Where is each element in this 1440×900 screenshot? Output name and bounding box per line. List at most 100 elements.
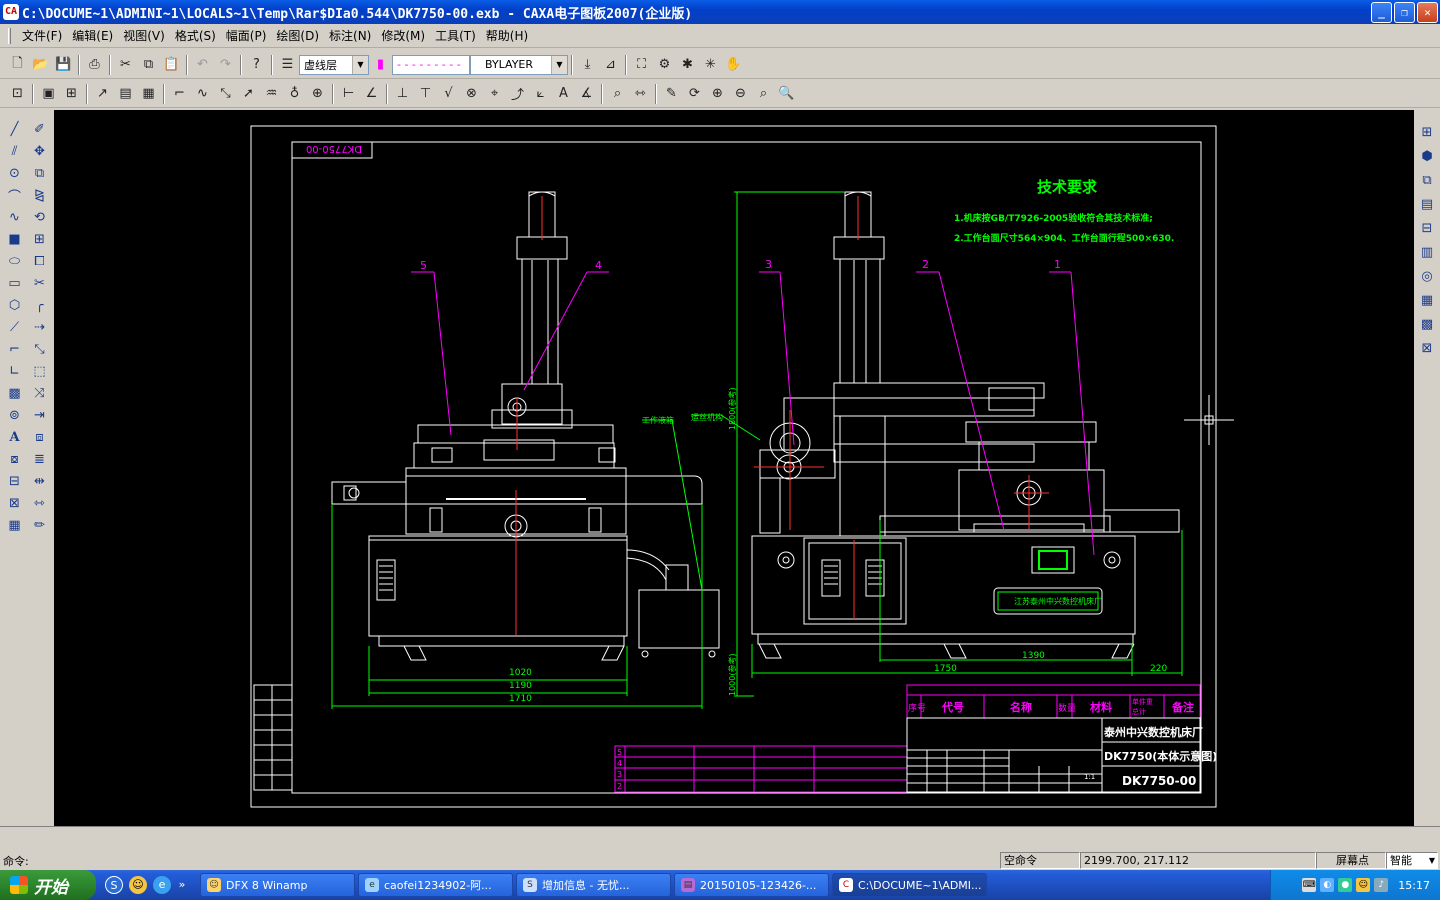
linear-dim-icon[interactable]: ⊢: [337, 83, 360, 105]
target-icon[interactable]: ◎: [1415, 264, 1439, 288]
zoom-dynamic-icon[interactable]: ⌕: [606, 83, 629, 105]
snap-mode-select[interactable]: 智能 ▼: [1386, 852, 1438, 869]
attribute-icon[interactable]: ⊠: [2, 492, 27, 514]
line-icon[interactable]: ╱: [2, 118, 27, 140]
linetype-select[interactable]: - - - - - - - - -: [392, 54, 470, 75]
chevron-down-icon[interactable]: ▼: [1429, 853, 1435, 868]
menu-help[interactable]: 帮助(H): [481, 26, 533, 46]
symbol-icon[interactable]: ♁: [283, 83, 306, 105]
layer-manager-icon[interactable]: ☰: [276, 54, 299, 76]
layer-select[interactable]: 虚线层 ▼: [299, 54, 369, 75]
close-button[interactable]: ✕: [1417, 1, 1438, 23]
linewidth-select[interactable]: BYLAYER ▼: [470, 54, 568, 75]
align-icon[interactable]: ⇥: [27, 404, 52, 426]
ortho-icon[interactable]: ⊿: [599, 54, 622, 76]
copy-object-icon[interactable]: ⧉: [27, 162, 52, 184]
brush-icon[interactable]: ✏: [27, 514, 52, 536]
measure-icon[interactable]: ⇿: [629, 83, 652, 105]
redo-icon[interactable]: ↷: [214, 54, 237, 76]
chevron-down-icon[interactable]: ▼: [551, 55, 567, 74]
scale-icon[interactable]: ⧠: [27, 250, 52, 272]
spline-icon[interactable]: ♒: [260, 83, 283, 105]
angle-dim-icon[interactable]: ∠: [360, 83, 383, 105]
coord-dim-icon[interactable]: ⊥: [391, 83, 414, 105]
menu-format[interactable]: 格式(S): [170, 26, 221, 46]
ellipse-icon[interactable]: ⬭: [2, 250, 27, 272]
task-browser[interactable]: S 增加信息 - 无忧...: [516, 873, 671, 897]
menu-modify[interactable]: 修改(M): [376, 26, 430, 46]
match-icon[interactable]: ✱: [676, 54, 699, 76]
task-chat[interactable]: e caofei1234902-阿...: [358, 873, 513, 897]
zoom-out-icon[interactable]: ⊖: [729, 83, 752, 105]
cube-icon[interactable]: ⬢: [1415, 144, 1439, 168]
drawing-canvas[interactable]: DK7750-00 1020 1190 1710 工作液箱 5 4 江苏泰州中兴…: [54, 110, 1414, 826]
properties-icon[interactable]: ⚙: [653, 54, 676, 76]
extend-icon[interactable]: ⇢: [27, 316, 52, 338]
move-icon[interactable]: ✥: [27, 140, 52, 162]
trim-icon[interactable]: ✂: [27, 272, 52, 294]
datum-icon[interactable]: ⊤: [414, 83, 437, 105]
task-archive[interactable]: ▤ 20150105-123426-...: [674, 873, 829, 897]
edit-dim-icon[interactable]: ∡: [575, 83, 598, 105]
mirror-icon[interactable]: ⧎: [27, 184, 52, 206]
pan-icon[interactable]: ✋: [722, 54, 745, 76]
volume-icon[interactable]: ♪: [1374, 878, 1389, 892]
balloon-icon[interactable]: ↗: [91, 83, 114, 105]
polygon-icon[interactable]: ⬡: [2, 294, 27, 316]
snap-icon[interactable]: ⤓: [576, 54, 599, 76]
qq-tray-icon[interactable]: ☺: [1356, 878, 1371, 892]
wave-line-icon[interactable]: ∿: [191, 83, 214, 105]
menu-file[interactable]: 文件(F): [17, 26, 67, 46]
drawing-table-icon[interactable]: ▤: [1415, 192, 1439, 216]
chevron-right-icon[interactable]: »: [177, 876, 187, 894]
help-icon[interactable]: ?: [245, 54, 268, 76]
menu-dimension[interactable]: 标注(N): [324, 26, 376, 46]
save-icon[interactable]: 💾: [52, 54, 75, 76]
snap-mode-label[interactable]: 屏幕点: [1316, 852, 1386, 869]
parallel-line-icon[interactable]: ⫽: [2, 140, 27, 162]
frame-icon[interactable]: ▣: [37, 83, 60, 105]
list-icon[interactable]: ≣: [27, 448, 52, 470]
text-dim-icon[interactable]: A: [552, 83, 575, 105]
chamfer-dim-icon[interactable]: ⟀: [529, 83, 552, 105]
select-all-icon[interactable]: ⊡: [6, 83, 29, 105]
parts-library-icon[interactable]: ⊞: [1415, 120, 1439, 144]
block-insert-icon[interactable]: ⧉: [1415, 168, 1439, 192]
group-icon[interactable]: ⧈: [27, 426, 52, 448]
open-file-icon[interactable]: 📂: [29, 54, 52, 76]
fillet-icon[interactable]: ╭: [27, 294, 52, 316]
browser-icon[interactable]: S: [105, 876, 123, 894]
color-swatch-icon[interactable]: ▮: [369, 54, 392, 76]
break-icon[interactable]: ⤡: [27, 338, 52, 360]
ie-icon[interactable]: e: [153, 876, 171, 894]
settings-grid-icon[interactable]: ⊠: [1415, 336, 1439, 360]
menu-tools[interactable]: 工具(T): [430, 26, 481, 46]
menu-view[interactable]: 视图(V): [118, 26, 170, 46]
chevron-down-icon[interactable]: ▼: [352, 55, 368, 74]
measure-distance-icon[interactable]: ⇿: [27, 492, 52, 514]
eraser-icon[interactable]: ✐: [27, 118, 52, 140]
redraw-icon[interactable]: ⟳: [683, 83, 706, 105]
weld-icon[interactable]: ⊗: [460, 83, 483, 105]
menu-edit[interactable]: 编辑(E): [67, 26, 118, 46]
start-button[interactable]: 开始: [0, 870, 96, 900]
tolerance-icon[interactable]: ⌖: [483, 83, 506, 105]
hook-icon[interactable]: ⌐: [168, 83, 191, 105]
zoom-extent-icon[interactable]: ⌕: [752, 83, 775, 105]
offset-icon[interactable]: ⤨: [27, 382, 52, 404]
parts-list-icon[interactable]: ▤: [114, 83, 137, 105]
sequence-icon[interactable]: ⇹: [27, 470, 52, 492]
break-line-icon[interactable]: ⤡: [214, 83, 237, 105]
network-icon[interactable]: ◐: [1320, 878, 1335, 892]
restore-button[interactable]: ❐: [1394, 1, 1415, 23]
spline-tool-icon[interactable]: ∿: [2, 206, 27, 228]
template-icon[interactable]: ⊟: [1415, 216, 1439, 240]
pencil-icon[interactable]: ✎: [660, 83, 683, 105]
array-icon[interactable]: ⊞: [27, 228, 52, 250]
qq-penguin-icon[interactable]: ☺: [129, 876, 147, 894]
zoom-in-icon[interactable]: ⊕: [706, 83, 729, 105]
zoom-window-icon[interactable]: ⛶: [630, 54, 653, 76]
explode-icon[interactable]: ✳: [699, 54, 722, 76]
antivirus-icon[interactable]: ●: [1338, 878, 1353, 892]
text-icon[interactable]: A: [2, 426, 27, 448]
